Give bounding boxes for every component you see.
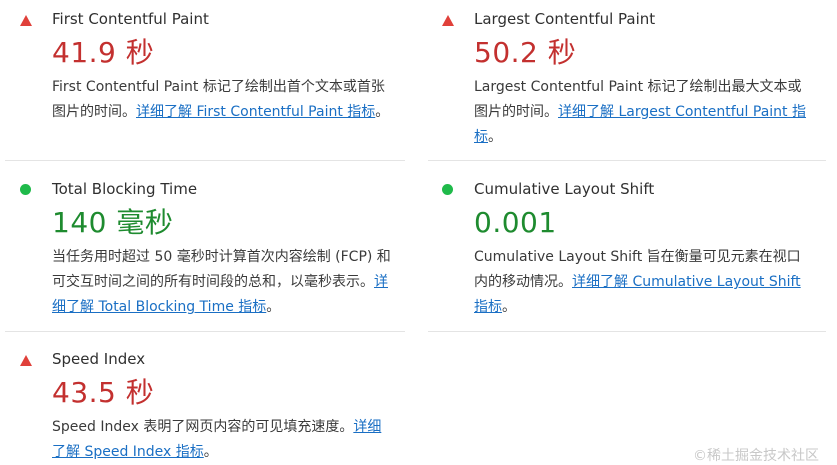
metric-total-blocking-time: Total Blocking Time 140 毫秒 当任务用时超过 50 毫秒… (0, 177, 400, 320)
metric-header: Speed Index (0, 347, 400, 373)
metric-description: First Contentful Paint 标记了绘制出首个文本或首张图片的时… (52, 75, 392, 125)
metric-title: Largest Contentful Paint (474, 10, 656, 28)
metric-cumulative-layout-shift: Cumulative Layout Shift 0.001 Cumulative… (422, 177, 822, 320)
metric-description: 当任务用时超过 50 毫秒时计算首次内容绘制 (FCP) 和可交互时间之间的所有… (52, 245, 392, 320)
metric-header: Largest Contentful Paint (422, 7, 822, 33)
metric-description-text: 当任务用时超过 50 毫秒时计算首次内容绘制 (FCP) 和可交互时间之间的所有… (52, 249, 391, 290)
metric-value: 50.2 秒 (474, 36, 577, 69)
metric-description-suffix: 。 (375, 104, 390, 120)
metrics-grid: First Contentful Paint 41.9 秒 First Cont… (0, 0, 837, 464)
metric-description-text: Speed Index 表明了网页内容的可见填充速度。 (52, 419, 354, 435)
learn-more-link[interactable]: 详细了解 First Contentful Paint 指标 (136, 104, 375, 120)
warning-triangle-icon (442, 15, 454, 26)
divider (428, 331, 826, 332)
metric-value: 41.9 秒 (52, 36, 155, 69)
watermark: ©稀土掘金技术社区 (693, 448, 819, 464)
warning-triangle-icon (20, 15, 32, 26)
metric-description: Speed Index 表明了网页内容的可见填充速度。详细了解 Speed In… (52, 415, 392, 465)
metric-value: 0.001 (474, 206, 557, 239)
metric-title: First Contentful Paint (52, 10, 209, 28)
green-dot-icon (20, 184, 31, 195)
divider (428, 160, 826, 161)
metric-description-suffix: 。 (502, 299, 516, 315)
metric-title: Total Blocking Time (52, 180, 198, 198)
metric-header: First Contentful Paint (0, 7, 400, 33)
green-dot-icon (442, 184, 453, 195)
metric-value: 140 毫秒 (52, 206, 174, 239)
metric-description-suffix: 。 (203, 444, 218, 460)
metric-header: Cumulative Layout Shift (422, 177, 822, 203)
metric-description-suffix: 。 (266, 299, 281, 315)
metric-title: Speed Index (52, 350, 146, 368)
metric-title: Cumulative Layout Shift (474, 180, 655, 198)
metric-speed-index: Speed Index 43.5 秒 Speed Index 表明了网页内容的可… (0, 347, 400, 465)
metric-description: Largest Contentful Paint 标记了绘制出最大文本或图片的时… (474, 75, 814, 150)
metric-value: 43.5 秒 (52, 376, 155, 409)
divider (5, 160, 405, 161)
divider (5, 331, 405, 332)
metric-header: Total Blocking Time (0, 177, 400, 203)
metric-first-contentful-paint: First Contentful Paint 41.9 秒 First Cont… (0, 7, 400, 125)
metric-description: Cumulative Layout Shift 旨在衡量可见元素在视口内的移动情… (474, 245, 814, 320)
warning-triangle-icon (20, 355, 32, 366)
metric-description-suffix: 。 (488, 129, 502, 145)
metric-largest-contentful-paint: Largest Contentful Paint 50.2 秒 Largest … (422, 7, 822, 150)
